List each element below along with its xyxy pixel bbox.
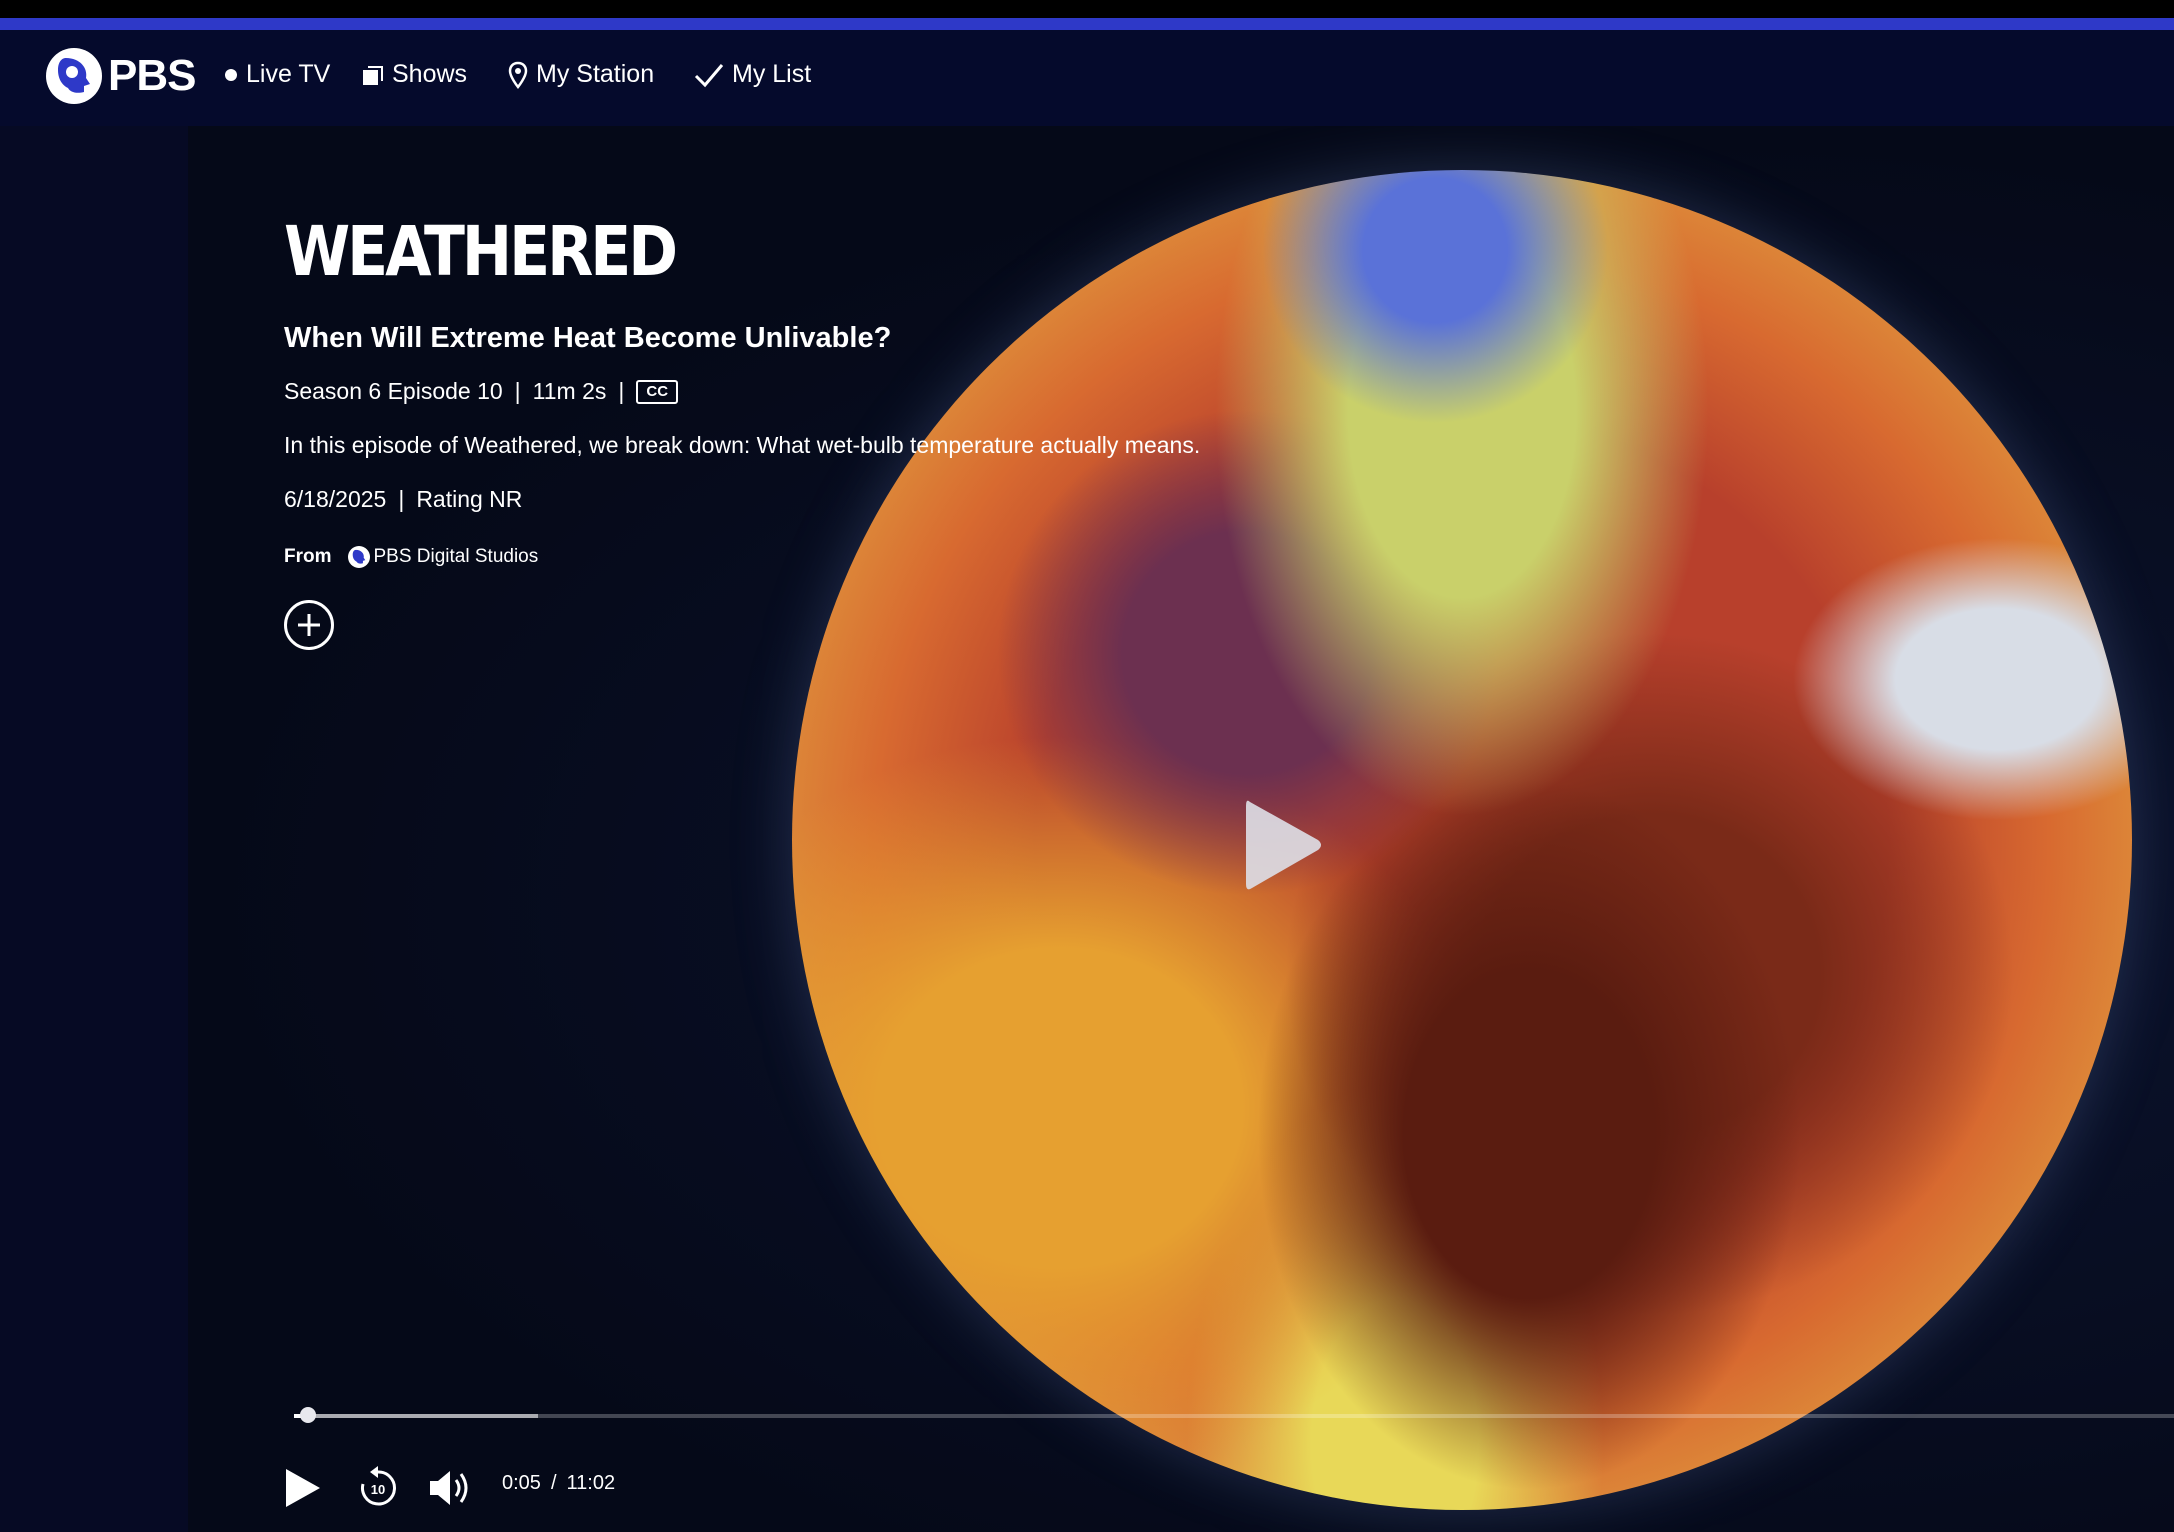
current-time: 0:05	[502, 1472, 541, 1494]
nav-my-list[interactable]: My List	[694, 60, 811, 89]
season-episode: Season 6 Episode 10	[284, 378, 503, 404]
location-pin-icon	[508, 61, 528, 89]
meta-separator: |	[514, 378, 521, 404]
big-play-icon[interactable]	[1232, 790, 1332, 900]
pbs-head-icon	[46, 48, 102, 104]
total-time: 11:02	[566, 1472, 616, 1494]
nav-live-tv[interactable]: Live TV	[224, 60, 330, 89]
nav-shows-label: Shows	[392, 60, 468, 88]
play-icon[interactable]	[280, 1465, 326, 1511]
nav-live-tv-label: Live TV	[246, 60, 331, 88]
meta-separator: |	[618, 378, 625, 404]
rewind-10-icon[interactable]: 10	[352, 1462, 404, 1514]
time-separator: /	[550, 1472, 557, 1494]
air-date: 6/18/2025	[284, 486, 387, 512]
show-logo[interactable]: WEATHERED	[284, 214, 1384, 290]
pbs-logo[interactable]: PBS	[46, 48, 196, 104]
pbs-wordmark: PBS	[108, 51, 196, 100]
nav-my-station-label: My Station	[536, 60, 655, 88]
station-name: PBS Digital Studios	[373, 546, 539, 567]
accent-bar	[0, 18, 2174, 30]
scrubber-handle[interactable]	[300, 1407, 317, 1423]
meta-separator: |	[398, 486, 405, 512]
nav-my-list-label: My List	[732, 60, 812, 88]
nav-my-station[interactable]: My Station	[508, 60, 654, 89]
episode-meta: Season 6 Episode 10 | 11m 2s | CC	[284, 378, 679, 405]
shows-icon	[363, 65, 383, 85]
station-link[interactable]: PBS Digital Studios	[347, 546, 539, 568]
time-display: 0:05 / 11:02	[502, 1472, 615, 1495]
buffered-range	[294, 1414, 539, 1418]
left-margin	[0, 126, 188, 1532]
live-dot-icon	[225, 68, 237, 81]
add-to-list-button[interactable]	[284, 600, 334, 650]
cc-badge: CC	[636, 379, 679, 404]
pbs-head-icon	[347, 546, 370, 568]
rewind-seconds-label: 10	[371, 1482, 385, 1497]
volume-icon[interactable]	[426, 1465, 474, 1511]
window-top-edge	[0, 0, 2174, 18]
episode-title: When Will Extreme Heat Become Unlivable?	[284, 322, 892, 354]
nav-shows[interactable]: Shows	[362, 60, 467, 89]
progress-bar[interactable]	[294, 1407, 2174, 1423]
episode-duration: 11m 2s	[532, 378, 607, 404]
from-label: From	[284, 546, 332, 567]
episode-description: In this episode of Weathered, we break d…	[284, 432, 1201, 458]
episode-date-rating: 6/18/2025 | Rating NR	[284, 486, 522, 513]
from-station: From PBS Digital Studios	[284, 546, 538, 568]
top-navigation: PBS Live TV Shows My Station My List	[0, 30, 2174, 126]
checkmark-icon	[694, 63, 724, 87]
episode-info: WEATHERED	[284, 214, 1384, 290]
video-frame-earth-heatmap	[792, 170, 2132, 1510]
player-controls: 10	[280, 1462, 474, 1514]
rating: Rating NR	[416, 486, 523, 512]
